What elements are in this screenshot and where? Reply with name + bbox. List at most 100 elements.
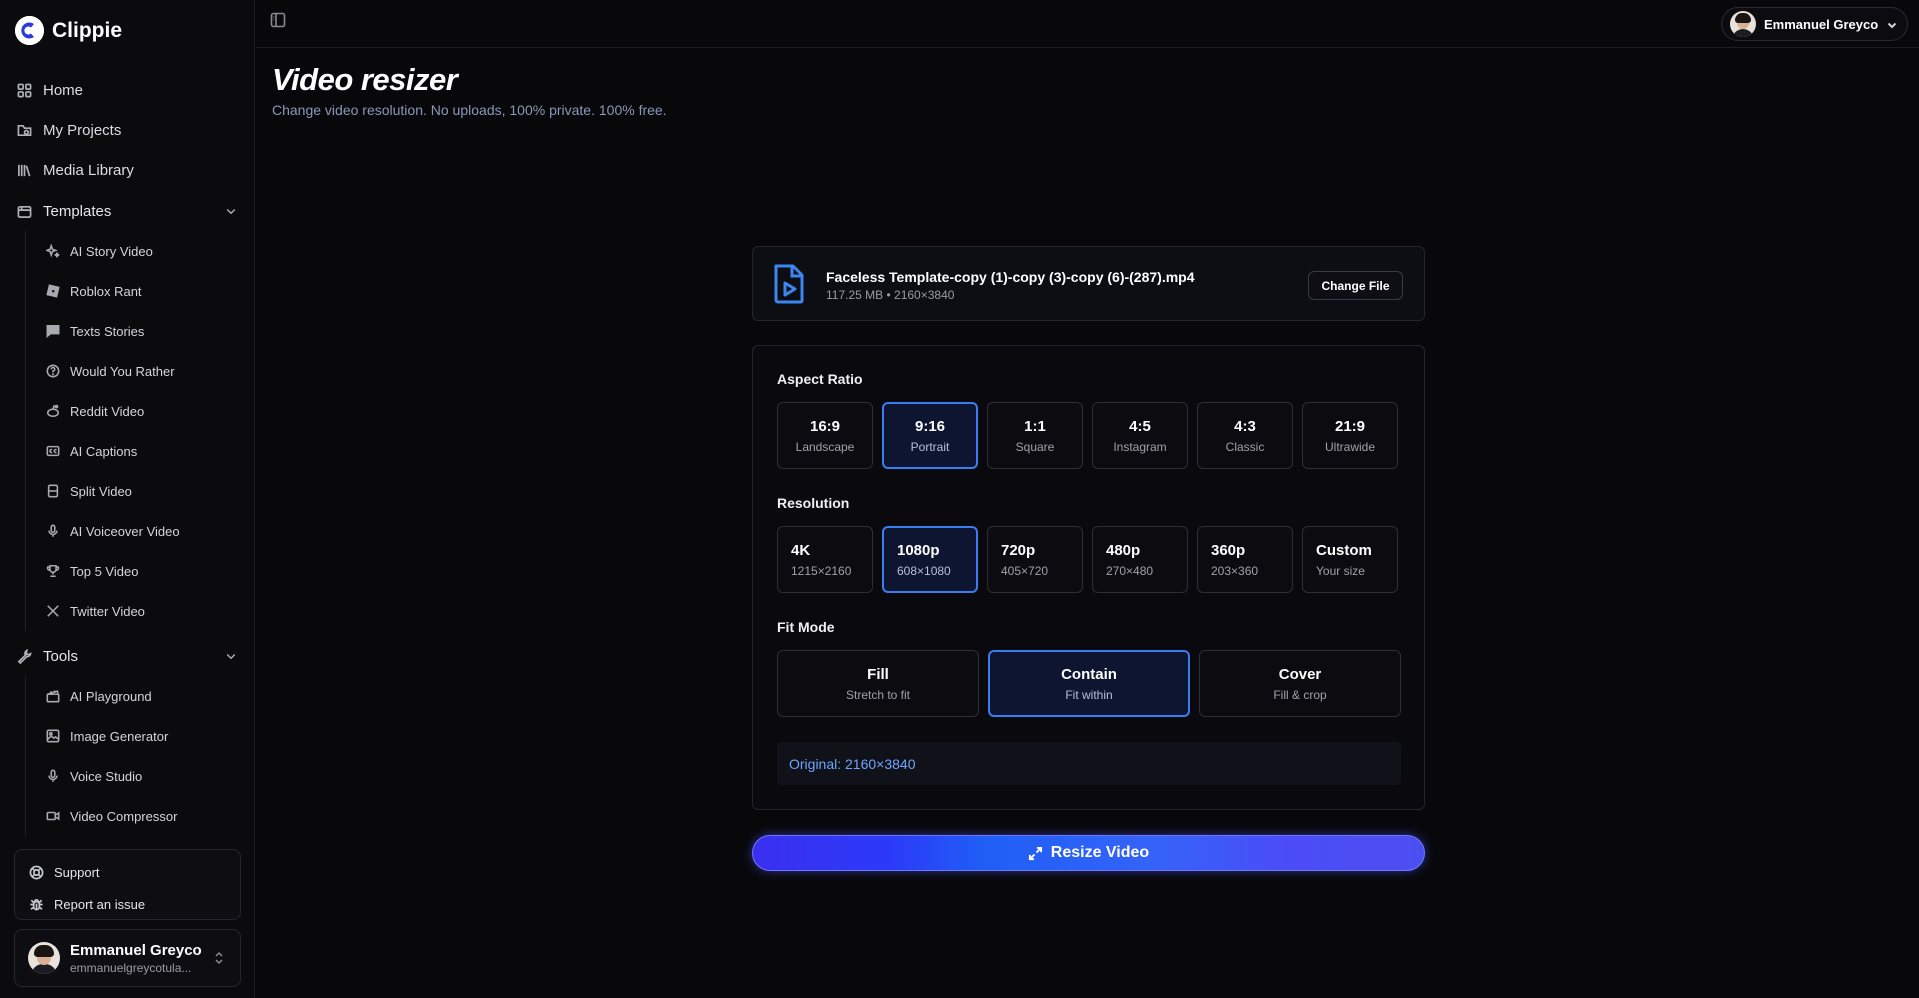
sidebar-item-ai-playground[interactable]: AI Playground bbox=[26, 676, 255, 716]
option-value: Contain bbox=[1061, 665, 1117, 683]
option-desc: Ultrawide bbox=[1324, 439, 1375, 454]
chevron-down-icon bbox=[1886, 18, 1898, 30]
sidebar-item-voice-studio[interactable]: Voice Studio bbox=[26, 756, 255, 796]
topbar: Emmanuel Greyco bbox=[256, 0, 1919, 48]
option-desc: Square bbox=[1015, 439, 1055, 454]
sidebar-item-label: Top 5 Video bbox=[70, 563, 139, 579]
option-value: 4:3 bbox=[1234, 417, 1256, 435]
bug-icon bbox=[30, 898, 43, 910]
video-file-icon bbox=[773, 264, 805, 304]
logo[interactable]: Clippie bbox=[15, 16, 122, 45]
resolution-option[interactable]: Custom Your size bbox=[1302, 526, 1398, 593]
resolution-option[interactable]: 360p 203×360 bbox=[1197, 526, 1293, 593]
resize-video-button[interactable]: Resize Video bbox=[752, 835, 1425, 871]
nav-item-my-projects[interactable]: My Projects bbox=[0, 110, 255, 150]
resize-button-label: Resize Video bbox=[1050, 844, 1150, 861]
original-dimensions: Original: 2160×3840 bbox=[777, 742, 1401, 785]
option-desc: 270×480 bbox=[1106, 563, 1154, 578]
option-desc: Instagram bbox=[1113, 439, 1167, 454]
main-nav: Home My Projects Media Library bbox=[0, 70, 255, 190]
resolution-option[interactable]: 480p 270×480 bbox=[1092, 526, 1188, 593]
sidebar-item-label: AI Story Video bbox=[70, 243, 153, 259]
user-name: Emmanuel Greyco bbox=[1764, 16, 1879, 32]
support-link[interactable]: Support bbox=[15, 856, 240, 888]
page-title: Video resizer bbox=[272, 62, 458, 97]
aspect-ratio-options: 16:9 Landscape 9:16 Portrait 1:1 Square 4:5… bbox=[777, 402, 1398, 469]
sidebar-item-ai-captions[interactable]: AI Captions bbox=[26, 431, 255, 471]
captions-icon bbox=[46, 445, 60, 457]
chevron-down-icon bbox=[226, 209, 236, 215]
option-value: Fill bbox=[867, 665, 889, 683]
nav-item-label: Home bbox=[43, 81, 84, 99]
question-icon bbox=[46, 364, 60, 378]
sidebar-item-texts-stories[interactable]: Texts Stories bbox=[26, 311, 255, 351]
user-account-menu[interactable]: Emmanuel Greyco emmanuelgreycotula... bbox=[14, 929, 241, 987]
templates-toggle[interactable]: Templates bbox=[0, 191, 255, 231]
message-icon bbox=[46, 324, 60, 338]
option-value: 4:5 bbox=[1129, 417, 1151, 435]
roblox-icon bbox=[46, 284, 60, 298]
aspect-ratio-label: Aspect Ratio bbox=[777, 371, 863, 387]
option-desc: 1215×2160 bbox=[791, 563, 852, 578]
sidebar-item-twitter-video[interactable]: Twitter Video bbox=[26, 591, 255, 631]
sidebar-item-label: AI Voiceover Video bbox=[70, 523, 180, 539]
sidebar-toggle-icon[interactable] bbox=[270, 12, 286, 28]
sidebar-item-roblox-rant[interactable]: Roblox Rant bbox=[26, 271, 255, 311]
aspect-option[interactable]: 21:9 Ultrawide bbox=[1302, 402, 1398, 469]
expand-icon bbox=[1028, 846, 1042, 860]
aspect-option-selected[interactable]: 9:16 Portrait bbox=[882, 402, 978, 469]
sidebar-item-image-generator[interactable]: Image Generator bbox=[26, 716, 255, 756]
nav-item-home[interactable]: Home bbox=[0, 70, 255, 110]
resolution-option[interactable]: 4K 1215×2160 bbox=[777, 526, 873, 593]
sidebar-item-label: Image Generator bbox=[70, 728, 169, 744]
sidebar-item-ai-voiceover-video[interactable]: AI Voiceover Video bbox=[26, 511, 255, 551]
sidebar-item-top-5-video[interactable]: Top 5 Video bbox=[26, 551, 255, 591]
option-desc: Fill & crop bbox=[1273, 687, 1327, 702]
sidebar-item-video-compressor[interactable]: Video Compressor bbox=[26, 796, 255, 836]
sidebar-item-would-you-rather[interactable]: Would You Rather bbox=[26, 351, 255, 391]
resolution-option-selected[interactable]: 1080p 608×1080 bbox=[882, 526, 978, 593]
sidebar-item-label: Voice Studio bbox=[70, 768, 143, 784]
resolution-option[interactable]: 720p 405×720 bbox=[987, 526, 1083, 593]
avatar bbox=[1730, 11, 1756, 37]
grid-icon bbox=[17, 83, 32, 97]
sidebar-item-split-video[interactable]: Split Video bbox=[26, 471, 255, 511]
option-desc: 405×720 bbox=[1001, 563, 1049, 578]
fit-option[interactable]: Fill Stretch to fit bbox=[777, 650, 979, 717]
option-value: 480p bbox=[1106, 541, 1141, 559]
sidebar-item-label: AI Captions bbox=[70, 443, 138, 459]
aspect-option[interactable]: 4:5 Instagram bbox=[1092, 402, 1188, 469]
nav-item-label: My Projects bbox=[43, 121, 122, 139]
chevron-down-icon bbox=[226, 654, 236, 660]
file-meta: 117.25 MB • 2160×3840 bbox=[826, 288, 955, 302]
aspect-option[interactable]: 4:3 Classic bbox=[1197, 402, 1293, 469]
option-value: 4K bbox=[791, 541, 811, 559]
change-file-button[interactable]: Change File bbox=[1308, 271, 1403, 300]
sidebar-item-reddit-video[interactable]: Reddit Video bbox=[26, 391, 255, 431]
aspect-option[interactable]: 1:1 Square bbox=[987, 402, 1083, 469]
templates-icon bbox=[17, 205, 32, 218]
option-value: 720p bbox=[1001, 541, 1036, 559]
app-root: Clippie Home My Projects Media Library T… bbox=[0, 0, 1919, 998]
option-desc: Your size bbox=[1316, 563, 1365, 578]
user-menu-button[interactable]: Emmanuel Greyco bbox=[1721, 7, 1908, 41]
folder-icon bbox=[17, 124, 32, 136]
option-value: 9:16 bbox=[914, 417, 946, 435]
fit-option[interactable]: Cover Fill & crop bbox=[1199, 650, 1401, 717]
trophy-icon bbox=[46, 564, 60, 578]
clapper-icon bbox=[46, 690, 60, 703]
fit-option-selected[interactable]: Contain Fit within bbox=[988, 650, 1190, 717]
report-issue-link[interactable]: Report an issue bbox=[15, 888, 240, 920]
section-label: Templates bbox=[43, 202, 112, 220]
help-box: Support Report an issue bbox=[14, 849, 241, 920]
sidebar: Clippie Home My Projects Media Library T… bbox=[0, 0, 255, 998]
aspect-option[interactable]: 16:9 Landscape bbox=[777, 402, 873, 469]
sidebar-item-ai-story-video[interactable]: AI Story Video bbox=[26, 231, 255, 271]
tools-toggle[interactable]: Tools bbox=[0, 636, 255, 676]
option-desc: Fit within bbox=[1065, 687, 1113, 702]
nav-item-media-library[interactable]: Media Library bbox=[0, 150, 255, 190]
sidebar-item-label: Split Video bbox=[70, 483, 132, 499]
mic-icon bbox=[48, 769, 58, 782]
page-subtitle: Change video resolution. No uploads, 100… bbox=[272, 102, 667, 118]
sidebar-item-label: Texts Stories bbox=[70, 323, 145, 339]
